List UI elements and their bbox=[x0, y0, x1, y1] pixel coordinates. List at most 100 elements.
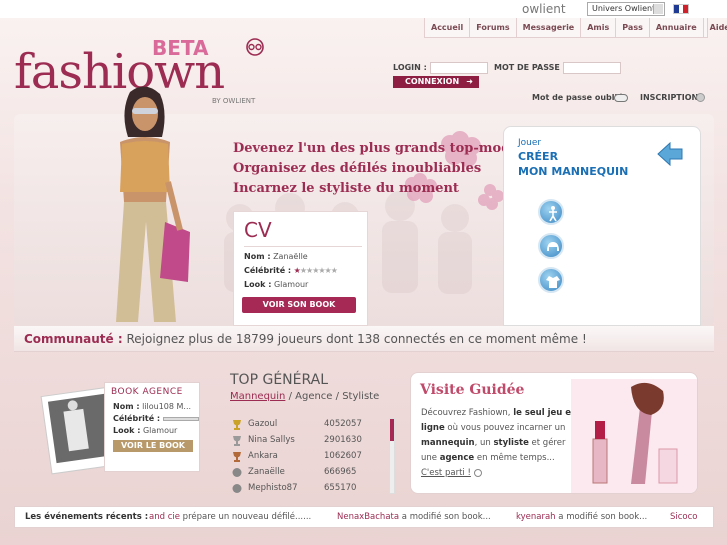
play-icon bbox=[473, 468, 482, 477]
univers-select-value: Univers Owlient bbox=[592, 4, 656, 13]
book-look-value: Glamour bbox=[142, 426, 178, 435]
forgot-password-link[interactable]: Mot de passe oublié bbox=[532, 93, 623, 102]
voir-son-book-button[interactable]: VOIR SON BOOK bbox=[242, 297, 356, 313]
ranking-row[interactable]: Zanaëlle 666965 bbox=[230, 466, 390, 480]
nav-item-accueil[interactable]: Accueil bbox=[425, 18, 471, 37]
bronze-trophy-icon bbox=[233, 452, 241, 462]
ranking-row[interactable]: Nina Sallys 2901630 bbox=[230, 434, 390, 448]
tab-styliste[interactable]: Styliste bbox=[342, 391, 379, 402]
top-bar: owlient Univers Owlient bbox=[0, 0, 727, 18]
book-name-label: Nom : bbox=[113, 402, 140, 411]
hair-icon[interactable] bbox=[538, 233, 564, 259]
nav-item-pass[interactable]: Pass bbox=[616, 18, 650, 37]
ranking-row[interactable]: Ankara 1062607 bbox=[230, 450, 390, 464]
top-general-title: TOP GÉNÉRAL bbox=[230, 372, 329, 388]
univers-select[interactable]: Univers Owlient bbox=[587, 2, 665, 16]
forgot-password-toggle-icon[interactable] bbox=[614, 94, 628, 102]
cv-name-value[interactable]: Zanaëlle bbox=[273, 252, 308, 261]
celebrity-stars: ★★★★★★★ bbox=[294, 266, 338, 275]
event-user-link[interactable]: Sicoco bbox=[670, 512, 698, 522]
scrollbar-thumb[interactable] bbox=[390, 419, 394, 441]
tab-mannequin[interactable]: Mannequin bbox=[230, 391, 285, 402]
event-user-link[interactable]: kyenarah bbox=[516, 512, 556, 522]
visite-text-part: Découvrez Fashiown, bbox=[421, 408, 514, 418]
cest-parti-label: C'est parti ! bbox=[421, 468, 471, 478]
cv-name-label: Nom : bbox=[244, 252, 271, 261]
visite-text-part: agence bbox=[439, 453, 475, 463]
celebrity-bar bbox=[162, 416, 199, 421]
community-label: Communauté : bbox=[24, 332, 123, 346]
ranking-name[interactable]: Nina Sallys bbox=[248, 435, 295, 445]
divider bbox=[244, 246, 362, 247]
ranking-name[interactable]: Zanaëlle bbox=[248, 467, 285, 477]
book-name-value[interactable]: lilou108 M... bbox=[142, 402, 191, 411]
slogan-line-1: Devenez l'un des plus grands top-models bbox=[233, 141, 531, 156]
create-line-2: MON MANNEQUIN bbox=[518, 165, 629, 178]
body-icon[interactable] bbox=[538, 199, 564, 225]
french-flag-icon[interactable] bbox=[673, 4, 689, 14]
cest-parti-link[interactable]: C'est parti ! bbox=[421, 468, 482, 478]
badge-icon bbox=[232, 484, 242, 493]
create-model-panel: Jouer CRÉER MON MANNEQUIN bbox=[503, 126, 701, 326]
by-owlient-label: BY OWLIENT bbox=[212, 97, 256, 105]
ranking-name[interactable]: Gazoul bbox=[248, 419, 277, 429]
signup-link[interactable]: INSCRIPTION bbox=[640, 93, 698, 102]
event-user-link[interactable]: NenaxBachata bbox=[337, 512, 399, 522]
ranking-row[interactable]: Mephisto87 655170 bbox=[230, 482, 390, 496]
nav-item-annuaire[interactable]: Annuaire bbox=[650, 18, 704, 37]
owlient-logo[interactable]: owlient bbox=[522, 2, 566, 16]
tab-agence[interactable]: Agence bbox=[295, 391, 332, 402]
ranking-scrollbar[interactable] bbox=[389, 418, 395, 494]
star-icon: ★ bbox=[330, 266, 338, 275]
book-look-row: Look : Glamour bbox=[113, 426, 177, 435]
chevron-down-icon[interactable] bbox=[653, 4, 663, 14]
ranking-name[interactable]: Mephisto87 bbox=[248, 483, 298, 493]
event-item: kyenarah a modifié son book... bbox=[516, 507, 647, 527]
connexion-button[interactable]: CONNEXION ➜ bbox=[393, 76, 479, 88]
event-item: NenaxBachata a modifié son book... bbox=[337, 507, 491, 527]
voir-le-book-button[interactable]: VOIR LE BOOK bbox=[113, 440, 193, 452]
event-user-link[interactable]: and cie bbox=[149, 512, 180, 522]
event-item: Sicoco bbox=[670, 507, 698, 527]
book-agence-title: BOOK AGENCE bbox=[111, 387, 183, 397]
visite-text-part: , un bbox=[474, 438, 494, 448]
visite-text-part: où vous pouvez incarner un bbox=[444, 423, 566, 433]
login-input[interactable] bbox=[430, 62, 488, 74]
nav-item-messagerie[interactable]: Messagerie bbox=[517, 18, 582, 37]
gold-trophy-icon bbox=[233, 420, 241, 430]
community-bar: Communauté : Rejoignez plus de 18799 jou… bbox=[14, 326, 714, 352]
beta-badge: BETA bbox=[152, 36, 209, 60]
jouer-label: Jouer bbox=[518, 138, 542, 148]
password-input[interactable] bbox=[563, 62, 621, 74]
cv-look-value: Glamour bbox=[273, 280, 309, 289]
book-celebrity-label: Célébrité : bbox=[113, 414, 161, 423]
visite-guidee-panel: Visite Guidée Découvrez Fashiown, le seu… bbox=[410, 372, 698, 494]
makeup-illustration bbox=[571, 379, 697, 493]
signup-radio-icon[interactable] bbox=[696, 93, 705, 102]
recent-events-bar: Les événements récents : and cie prépare… bbox=[14, 506, 714, 528]
cv-look-label: Look : bbox=[244, 280, 272, 289]
top-general-tabs: Mannequin / Agence / Styliste bbox=[230, 391, 379, 402]
silver-trophy-icon bbox=[233, 436, 241, 446]
login-label: LOGIN : bbox=[393, 63, 427, 72]
events-label: Les événements récents : bbox=[25, 512, 149, 522]
cv-card: CV Nom : Zanaëlle Célébrité : ★★★★★★★ Lo… bbox=[233, 211, 368, 326]
ranking-name[interactable]: Ankara bbox=[248, 451, 278, 461]
nav-item-amis[interactable]: Amis bbox=[581, 18, 617, 37]
nav-item-aide[interactable]: Aide bbox=[704, 18, 727, 37]
book-look-label: Look : bbox=[113, 426, 141, 435]
visite-text-part: styliste bbox=[493, 438, 529, 448]
nav-item-forums[interactable]: Forums bbox=[470, 18, 517, 37]
visite-guidee-text: Découvrez Fashiown, le seul jeu en ligne… bbox=[421, 406, 581, 466]
event-text: prépare un nouveau défilé...... bbox=[182, 512, 312, 522]
ranking-score: 655170 bbox=[324, 483, 357, 493]
clothes-icon[interactable] bbox=[538, 267, 564, 293]
arrow-left-icon[interactable] bbox=[656, 141, 684, 167]
create-model-link[interactable]: CRÉER MON MANNEQUIN bbox=[518, 149, 628, 179]
cv-name-row: Nom : Zanaëlle bbox=[244, 252, 308, 261]
event-item: and cie prépare un nouveau défilé...... bbox=[149, 507, 311, 527]
slogan-line-2: Organisez des défilés inoubliables bbox=[233, 161, 482, 176]
ranking-row[interactable]: Gazoul 4052057 bbox=[230, 418, 390, 432]
community-text: Rejoignez plus de 18799 joueurs dont 138… bbox=[126, 332, 587, 346]
slogan-line-3: Incarnez le styliste du moment bbox=[233, 181, 459, 196]
